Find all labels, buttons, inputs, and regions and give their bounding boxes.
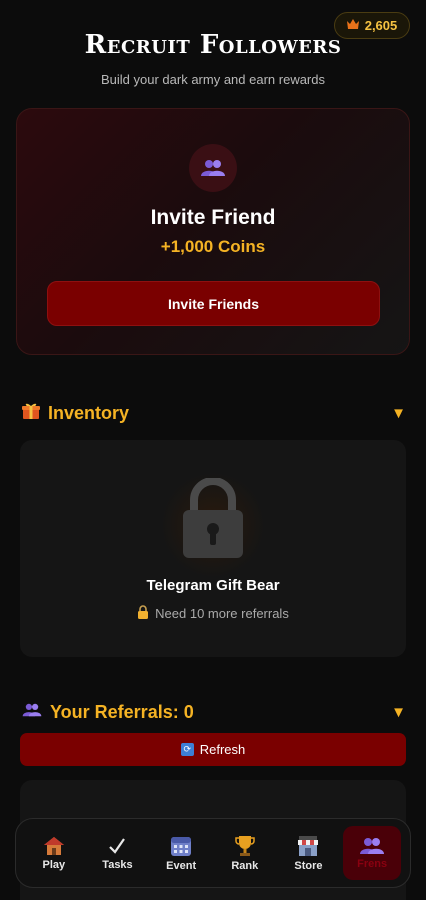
inventory-title: Inventory <box>48 402 130 423</box>
page-title: Recruit Followers <box>84 30 342 60</box>
referrals-section-header[interactable]: Your Referrals: 0 ▼ <box>22 700 406 724</box>
invite-reward: +1,000 Coins <box>160 237 266 256</box>
refresh-button[interactable]: ⟳ Refresh <box>20 733 406 766</box>
padlock-icon <box>137 605 149 622</box>
nav-rank-label: Rank <box>231 859 259 872</box>
nav-tasks-label: Tasks <box>102 858 133 871</box>
nav-frens-label: Frens <box>357 857 388 870</box>
users-icon <box>22 703 42 722</box>
chevron-down-icon[interactable]: ▼ <box>391 704 406 721</box>
trophy-icon <box>235 835 255 857</box>
inventory-section-header[interactable]: Inventory ▼ <box>22 401 406 425</box>
invite-friends-button[interactable]: Invite Friends <box>47 281 380 326</box>
checkmark-icon <box>107 836 127 856</box>
gift-requirement-text: Need 10 more referrals <box>155 606 289 621</box>
invite-card: Invite Friend +1,000 Coins Invite Friend… <box>16 108 410 355</box>
gift-icon <box>22 402 40 425</box>
store-icon <box>297 835 319 857</box>
nav-event[interactable]: Event <box>152 826 210 880</box>
bottom-nav: Play Tasks Event Rank Store Frens <box>15 818 411 888</box>
page-subtitle: Build your dark army and earn rewards <box>101 72 325 87</box>
nav-frens[interactable]: Frens <box>343 826 402 880</box>
nav-event-label: Event <box>166 859 197 872</box>
refresh-label: Refresh <box>199 742 246 757</box>
gift-name: Telegram Gift Bear <box>146 577 280 594</box>
house-icon <box>43 836 65 856</box>
gift-requirement: Need 10 more referrals <box>20 605 406 622</box>
chevron-down-icon[interactable]: ▼ <box>391 405 406 422</box>
referrals-title: Your Referrals: 0 <box>50 701 194 722</box>
calendar-icon <box>170 835 192 857</box>
lock-icon <box>180 477 246 565</box>
nav-store[interactable]: Store <box>279 826 337 880</box>
nav-tasks[interactable]: Tasks <box>88 826 146 880</box>
nav-play[interactable]: Play <box>25 826 83 880</box>
inventory-card: Telegram Gift Bear Need 10 more referral… <box>20 440 406 657</box>
users-icon <box>360 837 385 855</box>
refresh-icon: ⟳ <box>180 743 194 756</box>
invite-title: Invite Friend <box>150 206 276 229</box>
nav-store-label: Store <box>294 859 323 872</box>
nav-play-label: Play <box>42 858 66 871</box>
nav-rank[interactable]: Rank <box>216 826 274 880</box>
users-icon <box>189 144 237 192</box>
